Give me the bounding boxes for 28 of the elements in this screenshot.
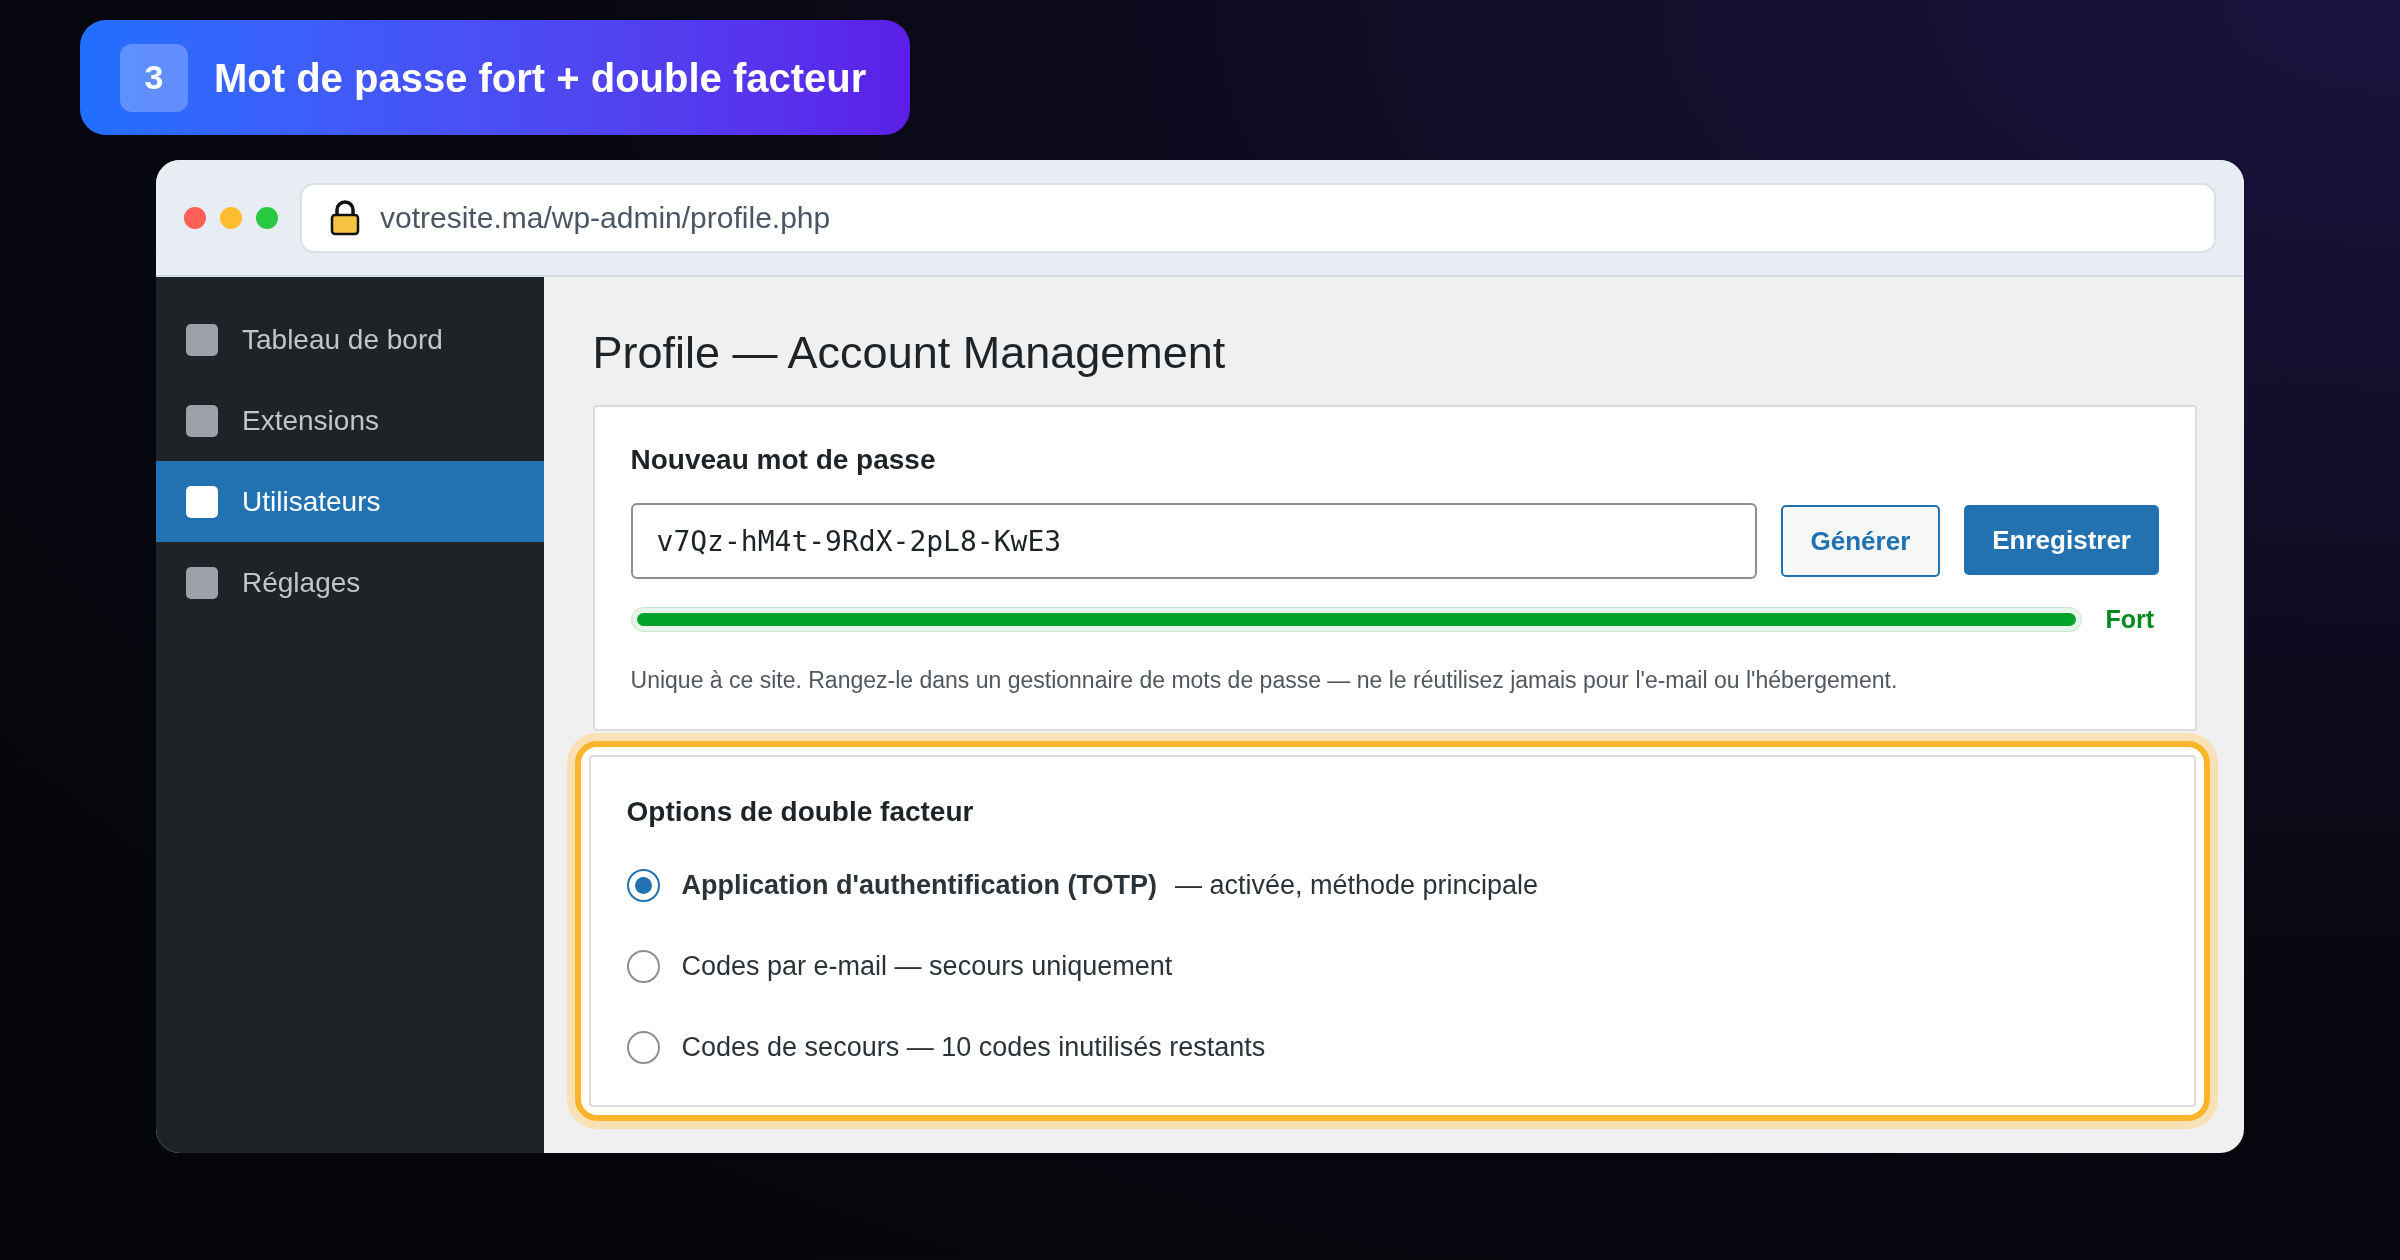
menu-square-icon <box>186 485 218 518</box>
page-title: Profile — Account Management <box>592 326 1227 380</box>
password-field[interactable]: v7Qz-hM4t-9RdX-2pL8-KwE3 <box>630 503 1757 579</box>
padlock-icon <box>330 199 360 236</box>
save-button[interactable]: Enregistrer <box>1964 505 2159 575</box>
radio-button[interactable] <box>626 1031 660 1064</box>
option-label: Codes par e-mail — secours uniquement <box>681 950 1173 984</box>
option-note: — activée, méthode principale <box>1174 869 1539 903</box>
sidebar-item[interactable]: Extensions <box>156 380 544 461</box>
sidebar-item[interactable]: Utilisateurs <box>156 461 544 542</box>
hint-text: Unique à ce site. Rangez-le dans un gestionnaire de mots de passe — ne le réutilisez jamais pour l'e-mail ou l'hébergement. <box>630 665 1899 695</box>
card-heading: Nouveau mot de passe <box>630 443 937 477</box>
sidebar-item[interactable]: Tableau de bord <box>156 299 544 380</box>
step-title: Mot de passe fort + double facteur <box>214 54 867 102</box>
radio-button[interactable] <box>626 869 660 902</box>
strength-label: Fort <box>2105 604 2155 635</box>
menu-square-icon <box>186 404 218 437</box>
card-heading: Options de double facteur <box>626 795 975 829</box>
radio-button[interactable] <box>626 950 660 983</box>
address-bar[interactable]: votresite.ma/wp-admin/profile.php <box>300 182 2216 253</box>
url-text: votresite.ma/wp-admin/profile.php <box>380 200 831 236</box>
option-label: Codes de secours — 10 codes inutilisés restants <box>681 1031 1266 1065</box>
menu-square-icon <box>186 323 218 356</box>
step-number: 3 <box>120 43 188 112</box>
option-label: Application d'authentification (TOTP) <box>681 869 1157 903</box>
menu-square-icon <box>186 566 218 599</box>
generate-button[interactable]: Générer <box>1780 505 1941 577</box>
sidebar-item[interactable]: Réglages <box>156 542 544 623</box>
